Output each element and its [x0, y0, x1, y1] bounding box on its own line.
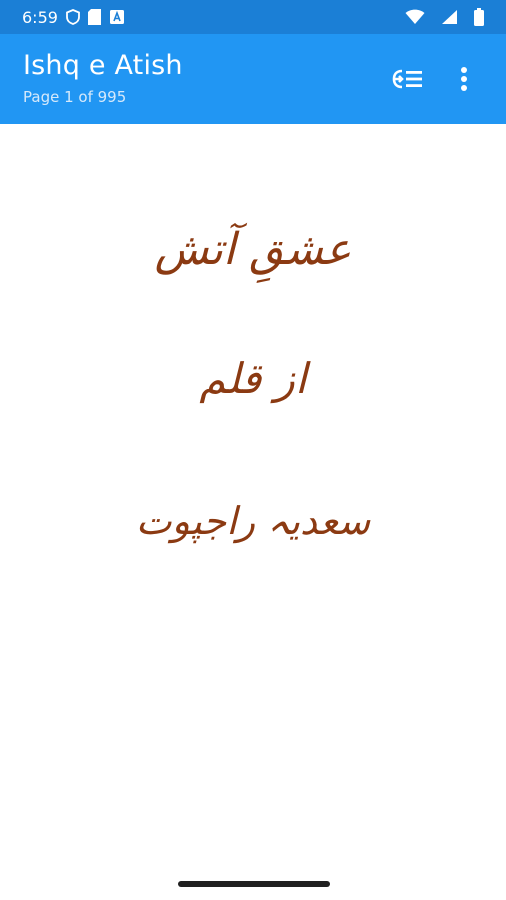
- battery-icon: [474, 8, 484, 26]
- app-bar: Ishq e Atish Page 1 of 995: [0, 34, 506, 124]
- status-time: 6:59: [22, 7, 58, 27]
- a-notification-icon: [109, 9, 125, 25]
- more-vertical-icon: [461, 67, 467, 91]
- table-of-contents-icon: [392, 69, 422, 89]
- urdu-book-title: عشقِ آتش: [154, 224, 352, 275]
- wifi-icon: [405, 9, 425, 25]
- status-right-icons: [405, 8, 492, 26]
- book-title: Ishq e Atish: [23, 50, 183, 81]
- sd-card-icon: [87, 9, 101, 25]
- book-page[interactable]: عشقِ آتش از قلم سعدیہ راجپوت: [0, 124, 506, 864]
- table-of-contents-button[interactable]: [390, 64, 426, 94]
- page-indicator: Page 1 of 995: [23, 88, 127, 106]
- urdu-author-name: سعدیہ راجپوت: [135, 499, 371, 543]
- status-bar: 6:59: [0, 0, 506, 34]
- signal-icon: [441, 9, 458, 25]
- gesture-nav-handle[interactable]: [178, 881, 330, 887]
- shield-icon: [66, 9, 80, 25]
- urdu-by-line: از قلم: [199, 354, 307, 403]
- more-options-button[interactable]: [452, 64, 476, 94]
